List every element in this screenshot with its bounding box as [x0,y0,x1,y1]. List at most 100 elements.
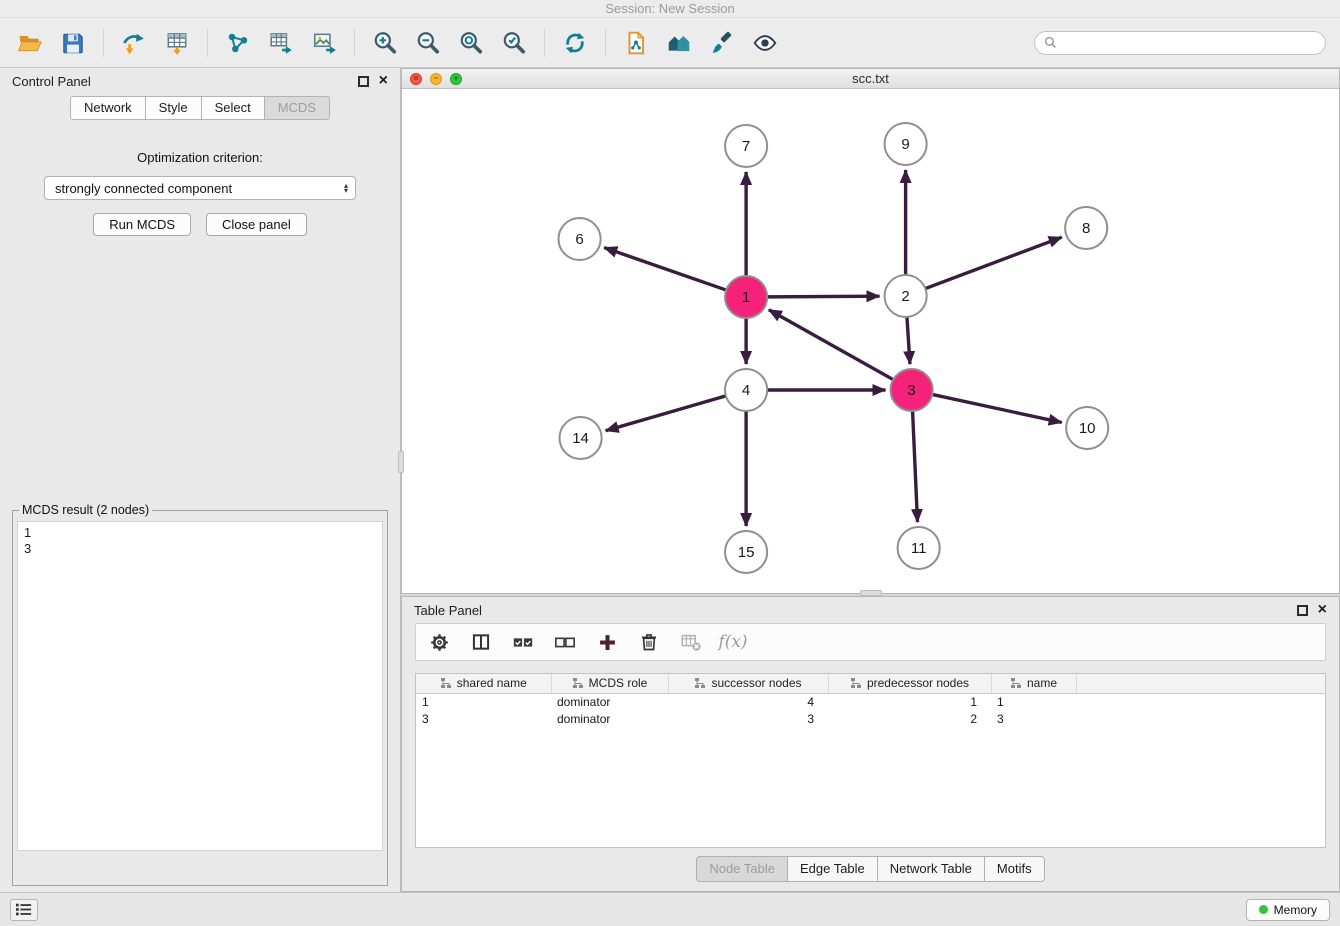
vertical-splitter-handle[interactable] [398,451,404,473]
apply-style-button[interactable] [702,23,742,63]
minimize-window-button[interactable]: − [430,73,442,85]
node-10[interactable]: 10 [1066,407,1108,449]
tab-edge-table[interactable]: Edge Table [787,856,877,882]
show-hide-button[interactable] [745,23,785,63]
close-panel-icon-button[interactable]: × [379,75,388,87]
edge-3-11[interactable] [913,411,918,522]
save-session-button[interactable] [53,23,93,63]
export-image-button[interactable] [304,23,344,63]
select-all-columns-button[interactable] [510,629,536,655]
maximize-window-button[interactable]: + [450,73,462,85]
table-cell[interactable]: dominator [551,710,668,727]
node-1[interactable]: 1 [725,276,767,318]
network-view-window: × − + scc.txt 1234678910111415 [401,68,1340,594]
show-columns-button[interactable] [468,629,494,655]
export-table-button[interactable] [261,23,301,63]
add-column-button[interactable] [594,629,620,655]
tab-motifs[interactable]: Motifs [984,856,1045,882]
table-cell[interactable]: 3 [416,710,551,727]
node-8[interactable]: 8 [1065,207,1107,249]
run-mcds-button[interactable]: Run MCDS [93,213,191,236]
titlebar: Session: New Session [0,0,1340,18]
zoom-fit-button[interactable] [451,23,491,63]
table-cell[interactable]: 1 [416,693,551,710]
zoom-in-icon [372,30,398,56]
plus-icon [597,632,618,653]
tab-network[interactable]: Network [70,96,145,120]
network-graph[interactable]: 1 2 3 4 6 7 8 9 10 11 14 15 [402,89,1339,593]
refresh-view-button[interactable] [555,23,595,63]
tab-style[interactable]: Style [145,96,201,120]
node-6[interactable]: 6 [559,218,601,260]
zoom-in-button[interactable] [365,23,405,63]
table-cell[interactable]: 2 [828,710,991,727]
memory-button[interactable]: Memory [1246,899,1330,921]
svg-text:9: 9 [901,136,909,153]
function-builder-button[interactable]: f(x) [720,629,746,655]
tab-network-table[interactable]: Network Table [877,856,984,882]
column-header-mcds-role[interactable]: MCDS role [551,674,668,693]
tab-mcds[interactable]: MCDS [264,96,330,120]
node-3[interactable]: 3 [891,369,933,411]
table-row[interactable]: 1dominator411 [416,693,1325,710]
close-window-button[interactable]: × [410,73,422,85]
float-table-panel-button[interactable] [1297,605,1308,616]
column-header-shared-name[interactable]: shared name [416,674,551,693]
table-cell[interactable]: 1 [991,693,1076,710]
node-9[interactable]: 9 [885,123,927,165]
new-network-button[interactable] [218,23,258,63]
optimization-dropdown[interactable]: strongly connected component ▴▾ [44,176,356,200]
table-row[interactable]: 3dominator323 [416,710,1325,727]
close-table-panel-button[interactable]: × [1318,604,1327,616]
search-field[interactable] [1034,31,1326,55]
node-15[interactable]: 15 [725,531,767,573]
table-settings-button[interactable] [426,629,452,655]
edge-1-6[interactable] [604,248,726,290]
delete-table-button[interactable] [678,629,704,655]
column-header-successor-nodes[interactable]: successor nodes [668,674,828,693]
float-panel-button[interactable] [358,76,369,87]
network-icon [225,30,251,56]
tab-select[interactable]: Select [201,96,264,120]
column-header-predecessor-nodes[interactable]: predecessor nodes [828,674,991,693]
node-11[interactable]: 11 [898,527,940,569]
close-panel-button[interactable]: Close panel [206,213,307,236]
node-7[interactable]: 7 [725,125,767,167]
node-4[interactable]: 4 [725,369,767,411]
tab-node-table[interactable]: Node Table [696,856,787,882]
status-list-button[interactable] [10,899,38,921]
zoom-out-button[interactable] [408,23,448,63]
column-header-name[interactable]: name [991,674,1076,693]
import-network-button[interactable] [114,23,154,63]
edge-3-10[interactable] [932,394,1061,422]
table-panel-tabs: Node TableEdge TableNetwork TableMotifs [402,856,1339,882]
table-cell[interactable]: dominator [551,693,668,710]
import-table-button[interactable] [157,23,197,63]
edge-2-3[interactable] [907,317,910,364]
main-area: Control Panel × NetworkStyleSelectMCDS O… [0,68,1340,892]
edge-4-14[interactable] [606,396,726,431]
result-line: 3 [24,541,376,557]
network-canvas[interactable]: 1 2 3 4 6 7 8 9 10 11 14 15 [402,89,1339,593]
table-cell[interactable]: 1 [828,693,991,710]
table-cell[interactable]: 3 [668,710,828,727]
first-neighbors-button[interactable] [616,23,656,63]
svg-text:8: 8 [1082,220,1090,237]
search-input[interactable] [1062,36,1316,50]
home-button[interactable] [659,23,699,63]
mcds-result-text[interactable]: 13 [17,521,383,851]
edge-2-8[interactable] [925,237,1061,288]
zoom-out-icon [415,30,441,56]
table-cell[interactable]: 4 [668,693,828,710]
edge-3-1[interactable] [769,310,893,380]
open-session-button[interactable] [10,23,50,63]
edge-1-2[interactable] [767,296,879,297]
zoom-selected-button[interactable] [494,23,534,63]
delete-columns-button[interactable] [636,629,662,655]
horizontal-splitter-handle[interactable] [860,590,882,596]
table-cell[interactable]: 3 [991,710,1076,727]
dropdown-stepper-icon: ▴▾ [344,183,348,193]
node-14[interactable]: 14 [560,417,602,459]
node-2[interactable]: 2 [885,275,927,317]
deselect-all-columns-button[interactable] [552,629,578,655]
